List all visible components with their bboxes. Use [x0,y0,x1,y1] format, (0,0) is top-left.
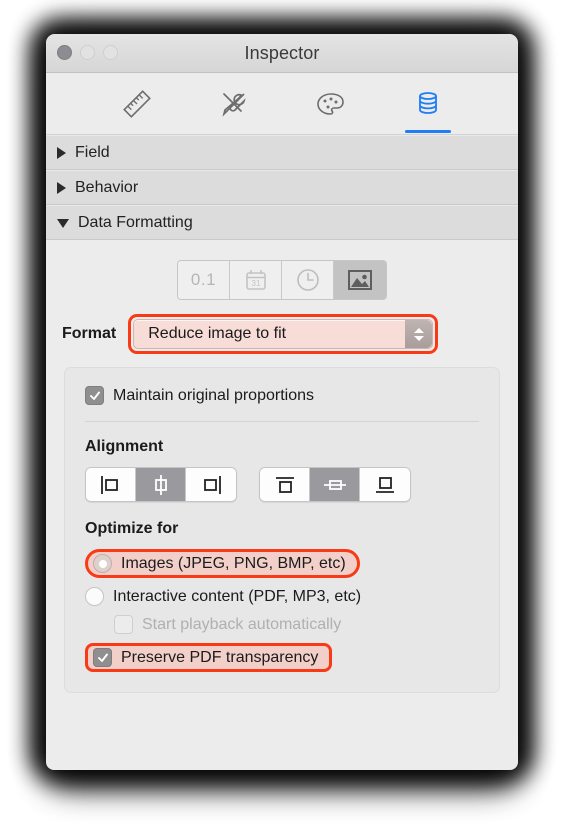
calendar-icon: 31 [245,270,266,290]
optimize-images-highlight-annotation: Images (JPEG, PNG, BMP, etc) [85,549,360,578]
preserve-pdf-row[interactable]: Preserve PDF transparency [93,648,318,667]
screenshot-root: Inspector Field Behavior Data Formatting… [0,0,564,824]
align-top-icon [275,476,294,493]
toolbar-divider [46,134,518,135]
clock-icon [296,269,319,291]
triangle-right-icon [57,146,66,159]
svg-text:31: 31 [251,279,260,288]
image-icon [348,270,372,290]
format-type-time[interactable] [282,261,334,299]
format-type-image[interactable] [334,261,386,299]
tab-data[interactable] [400,75,456,133]
section-header-behavior[interactable]: Behavior [46,170,518,205]
tab-position[interactable] [109,75,165,133]
format-type-row: 0.1 31 [46,240,518,313]
palette-icon [316,93,344,115]
align-middle-icon [323,479,346,490]
format-type-segmented-control: 0.1 31 [177,260,387,300]
optimize-interactive-line: Interactive content (PDF, MP3, etc) [85,587,479,606]
image-options-groupbox: Maintain original proportions Alignment [64,367,500,693]
section-label-behavior: Behavior [75,178,139,196]
alignment-title: Alignment [85,438,164,455]
start-playback-checkbox [114,615,133,634]
checkmark-icon [89,391,100,400]
section-header-field[interactable]: Field [46,135,518,170]
maintain-proportions-checkbox[interactable] [85,386,104,405]
format-label: Format [62,325,117,342]
window-titlebar: Inspector [46,34,518,73]
align-bottom-icon [376,476,394,493]
tab-underline-appearance [211,130,257,133]
align-middle-button[interactable] [310,468,360,501]
format-popup-value: Reduce image to fit [148,325,287,342]
optimize-images-line: Images (JPEG, PNG, BMP, etc) [85,549,479,578]
maintain-proportions-row[interactable]: Maintain original proportions [85,386,479,405]
alignment-controls [85,467,479,502]
zoom-button[interactable] [103,45,118,60]
number-icon: 0.1 [190,270,217,289]
database-icon [418,92,437,114]
align-bottom-button[interactable] [360,468,410,501]
section-label-data-formatting: Data Formatting [78,213,193,231]
format-row: Format Reduce image to fit [46,313,518,355]
format-type-date[interactable]: 31 [230,261,282,299]
triangle-right-icon [57,181,66,194]
start-playback-line: Start playback automatically [85,615,479,634]
align-right-icon [204,475,221,494]
align-left-icon [100,475,118,494]
chevron-down-icon [413,335,424,341]
align-top-button[interactable] [260,468,310,501]
traffic-lights [57,45,118,60]
ruler-icon [122,90,151,118]
align-center-icon [154,474,167,495]
preserve-pdf-checkbox[interactable] [93,648,112,667]
vertical-alignment-segmented-control [259,467,411,502]
close-button[interactable] [57,45,72,60]
preserve-pdf-line: Preserve PDF transparency [85,643,479,672]
optimize-images-radio[interactable] [93,554,112,573]
tab-underline-styles [308,130,354,133]
horizontal-alignment-segmented-control [85,467,237,502]
optimize-for-block: Optimize for Images (JPEG, PNG, BMP, etc… [85,520,479,672]
preserve-pdf-highlight-annotation: Preserve PDF transparency [85,643,333,672]
section-header-data-formatting[interactable]: Data Formatting [46,205,518,240]
optimize-images-label: Images (JPEG, PNG, BMP, etc) [121,554,346,572]
chevron-updown-icon[interactable] [405,320,433,348]
optimize-images-row[interactable]: Images (JPEG, PNG, BMP, etc) [93,554,346,573]
inspector-toolbar [46,73,518,135]
format-type-number[interactable]: 0.1 [178,261,230,299]
tab-styles[interactable] [303,75,359,133]
inspector-window: Inspector Field Behavior Data Formatting… [46,34,518,770]
triangle-down-icon [57,219,69,228]
optimize-interactive-label: Interactive content (PDF, MP3, etc) [113,587,362,605]
maintain-proportions-label: Maintain original proportions [113,386,314,404]
start-playback-row: Start playback automatically [114,615,479,634]
group-divider [85,421,479,422]
data-formatting-panel: 0.1 31 Format Reduce image to fit Mainta… [46,240,518,693]
tab-underline-position [114,130,160,133]
align-right-button[interactable] [186,468,236,501]
checkmark-icon [97,653,108,662]
minimize-button[interactable] [80,45,95,60]
tools-icon [221,93,246,117]
start-playback-label: Start playback automatically [142,615,342,633]
section-label-field: Field [75,143,110,161]
preserve-pdf-label: Preserve PDF transparency [121,648,319,666]
optimize-for-title: Optimize for [85,520,179,537]
radio-dot-icon [98,559,107,568]
align-center-button[interactable] [136,468,186,501]
tab-underline-data [404,130,451,133]
format-popup-button[interactable]: Reduce image to fit [133,319,434,349]
format-highlight-annotation: Reduce image to fit [128,314,439,354]
optimize-interactive-radio[interactable] [85,587,104,606]
align-left-button[interactable] [86,468,136,501]
optimize-interactive-row[interactable]: Interactive content (PDF, MP3, etc) [85,587,479,606]
tab-appearance[interactable] [206,75,262,133]
chevron-up-icon [413,327,424,333]
